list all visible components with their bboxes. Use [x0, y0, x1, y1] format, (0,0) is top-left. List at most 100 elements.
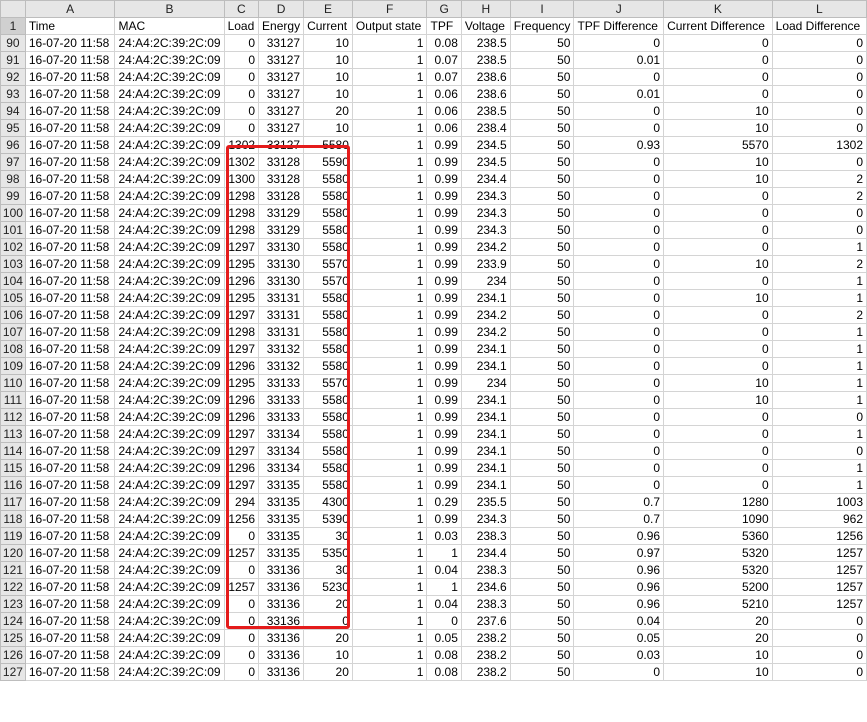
column-header-a[interactable]: A: [24, 0, 116, 18]
cell-frequency[interactable]: 50: [509, 425, 575, 443]
cell-voltage[interactable]: 234.1: [460, 476, 511, 494]
cell-current[interactable]: 0: [303, 612, 353, 630]
cell-mac[interactable]: 24:A4:2C:39:2C:09: [114, 272, 225, 290]
cell-output-state[interactable]: 1: [351, 459, 428, 477]
cell-time[interactable]: 16-07-20 11:58: [24, 170, 116, 188]
cell-load[interactable]: 1296: [223, 391, 260, 409]
cell-mac[interactable]: 24:A4:2C:39:2C:09: [114, 425, 225, 443]
row-number[interactable]: 119: [0, 527, 26, 545]
cell-voltage[interactable]: 234.1: [460, 442, 511, 460]
cell-load-difference[interactable]: 0: [771, 629, 867, 647]
cell-frequency-header[interactable]: Frequency: [509, 17, 575, 35]
cell-tpf-difference[interactable]: 0: [573, 102, 665, 120]
cell-current[interactable]: 20: [303, 663, 353, 681]
select-all-corner[interactable]: [0, 0, 26, 18]
cell-current-difference[interactable]: 0: [663, 85, 773, 103]
cell-mac[interactable]: 24:A4:2C:39:2C:09: [114, 85, 225, 103]
cell-energy[interactable]: 33127: [258, 119, 305, 137]
row-number[interactable]: 116: [0, 476, 26, 494]
cell-tpf-difference[interactable]: 0: [573, 68, 665, 86]
cell-frequency[interactable]: 50: [509, 255, 575, 273]
cell-current-difference[interactable]: 10: [663, 374, 773, 392]
cell-tpf[interactable]: 0.99: [426, 204, 462, 222]
cell-frequency[interactable]: 50: [509, 306, 575, 324]
cell-output-state[interactable]: 1: [351, 663, 428, 681]
row-number[interactable]: 97: [0, 153, 26, 171]
cell-frequency[interactable]: 50: [509, 544, 575, 562]
cell-load[interactable]: 0: [223, 561, 260, 579]
cell-output-state[interactable]: 1: [351, 221, 428, 239]
cell-output-state[interactable]: 1: [351, 493, 428, 511]
cell-current-difference[interactable]: 0: [663, 425, 773, 443]
cell-mac[interactable]: 24:A4:2C:39:2C:09: [114, 153, 225, 171]
cell-output-state[interactable]: 1: [351, 374, 428, 392]
cell-mac[interactable]: 24:A4:2C:39:2C:09: [114, 391, 225, 409]
cell-tpf[interactable]: 0.99: [426, 136, 462, 154]
cell-output-state[interactable]: 1: [351, 425, 428, 443]
cell-output-state[interactable]: 1: [351, 289, 428, 307]
row-number[interactable]: 107: [0, 323, 26, 341]
row-number[interactable]: 93: [0, 85, 26, 103]
cell-output-state[interactable]: 1: [351, 136, 428, 154]
cell-tpf-difference[interactable]: 0.96: [573, 561, 665, 579]
cell-load-difference[interactable]: 0: [771, 51, 867, 69]
cell-load-difference[interactable]: 2: [771, 187, 867, 205]
cell-current[interactable]: 5580: [303, 408, 353, 426]
cell-voltage[interactable]: 234.1: [460, 340, 511, 358]
cell-load[interactable]: 0: [223, 85, 260, 103]
cell-current[interactable]: 5580: [303, 357, 353, 375]
cell-load[interactable]: 1302: [223, 153, 260, 171]
cell-energy[interactable]: 33129: [258, 221, 305, 239]
cell-load-difference[interactable]: 1: [771, 476, 867, 494]
cell-frequency[interactable]: 50: [509, 595, 575, 613]
cell-load[interactable]: 0: [223, 119, 260, 137]
cell-current[interactable]: 5580: [303, 136, 353, 154]
cell-load[interactable]: 1295: [223, 289, 260, 307]
cell-mac[interactable]: 24:A4:2C:39:2C:09: [114, 357, 225, 375]
cell-frequency[interactable]: 50: [509, 119, 575, 137]
cell-tpf[interactable]: 0.04: [426, 595, 462, 613]
row-number[interactable]: 112: [0, 408, 26, 426]
cell-voltage[interactable]: 234.2: [460, 323, 511, 341]
cell-output-state[interactable]: 1: [351, 85, 428, 103]
cell-current-difference[interactable]: 5320: [663, 561, 773, 579]
cell-load[interactable]: 0: [223, 595, 260, 613]
row-number[interactable]: 96: [0, 136, 26, 154]
cell-tpf[interactable]: 0.99: [426, 476, 462, 494]
cell-energy[interactable]: 33136: [258, 629, 305, 647]
cell-time[interactable]: 16-07-20 11:58: [24, 425, 116, 443]
cell-voltage[interactable]: 238.5: [460, 51, 511, 69]
cell-mac[interactable]: 24:A4:2C:39:2C:09: [114, 204, 225, 222]
cell-voltage[interactable]: 233.9: [460, 255, 511, 273]
cell-energy[interactable]: 33131: [258, 306, 305, 324]
row-number[interactable]: 90: [0, 34, 26, 52]
cell-time[interactable]: 16-07-20 11:58: [24, 459, 116, 477]
cell-time[interactable]: 16-07-20 11:58: [24, 51, 116, 69]
cell-tpf[interactable]: 0.05: [426, 629, 462, 647]
cell-energy[interactable]: 33136: [258, 578, 305, 596]
cell-energy[interactable]: 33128: [258, 170, 305, 188]
cell-load-difference[interactable]: 1: [771, 391, 867, 409]
cell-frequency[interactable]: 50: [509, 374, 575, 392]
cell-tpf-difference[interactable]: 0: [573, 459, 665, 477]
cell-voltage[interactable]: 234.3: [460, 221, 511, 239]
cell-load[interactable]: 1298: [223, 221, 260, 239]
cell-mac[interactable]: 24:A4:2C:39:2C:09: [114, 34, 225, 52]
cell-current[interactable]: 4300: [303, 493, 353, 511]
row-number[interactable]: 127: [0, 663, 26, 681]
cell-frequency[interactable]: 50: [509, 170, 575, 188]
cell-energy[interactable]: 33130: [258, 238, 305, 256]
cell-frequency[interactable]: 50: [509, 102, 575, 120]
cell-voltage[interactable]: 238.4: [460, 119, 511, 137]
cell-time[interactable]: 16-07-20 11:58: [24, 408, 116, 426]
cell-output-state[interactable]: 1: [351, 102, 428, 120]
row-number[interactable]: 115: [0, 459, 26, 477]
cell-output-state[interactable]: 1: [351, 391, 428, 409]
cell-tpf[interactable]: 0.06: [426, 119, 462, 137]
cell-load-difference[interactable]: 2: [771, 306, 867, 324]
cell-output-state[interactable]: 1: [351, 442, 428, 460]
cell-time[interactable]: 16-07-20 11:58: [24, 646, 116, 664]
cell-current-difference[interactable]: 0: [663, 459, 773, 477]
column-header-f[interactable]: F: [351, 0, 428, 18]
cell-frequency[interactable]: 50: [509, 238, 575, 256]
